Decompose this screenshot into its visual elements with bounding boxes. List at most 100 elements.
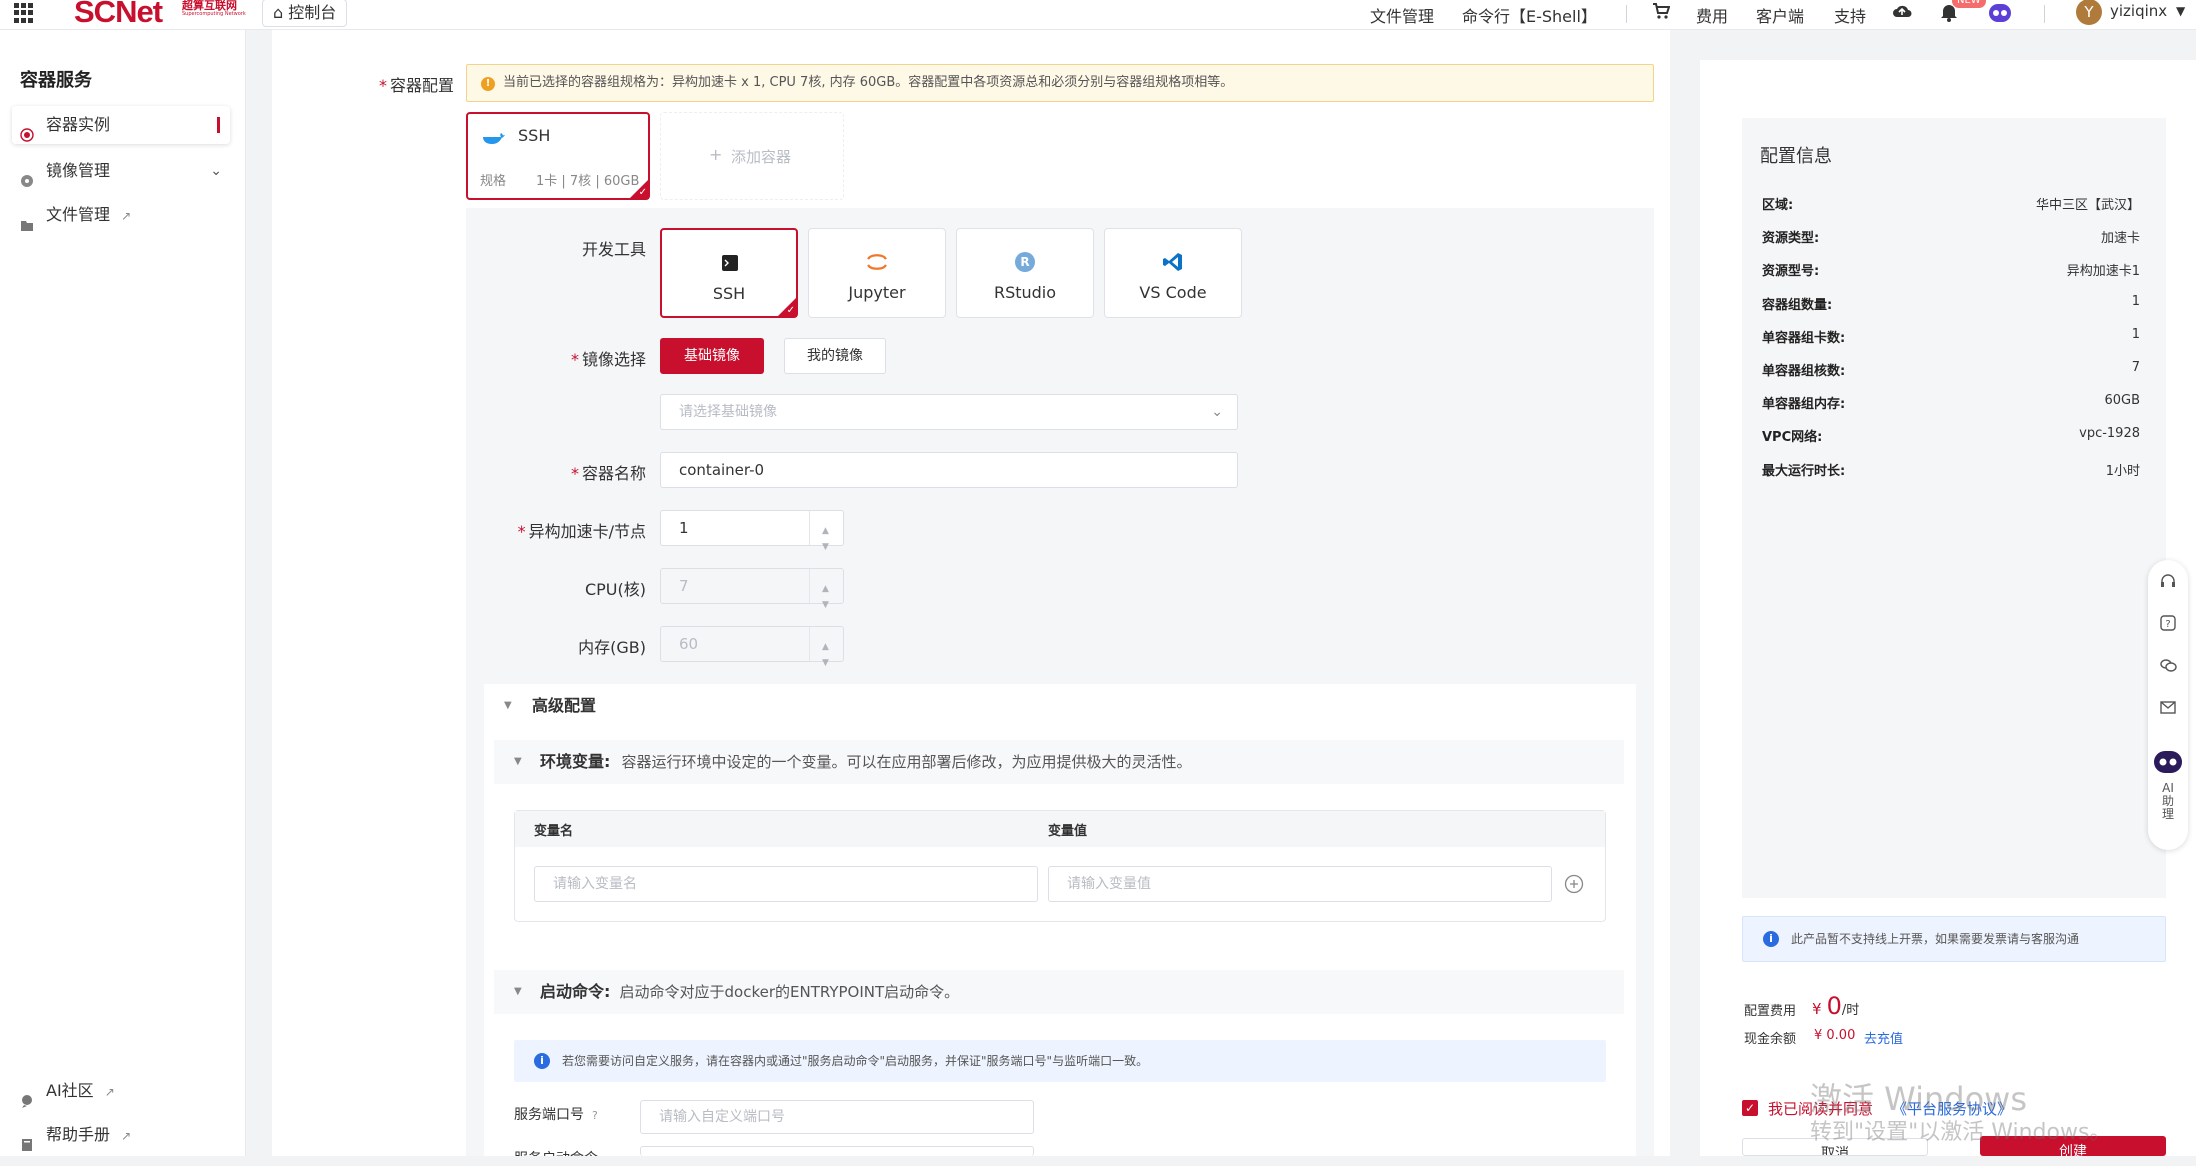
sidebar-title: 容器服务 xyxy=(20,70,92,91)
base-image-select[interactable]: 请选择基础镜像 ⌄ xyxy=(660,394,1238,430)
nav-support[interactable]: 支持 xyxy=(1834,3,1866,27)
book-icon xyxy=(20,1128,34,1151)
tool-jupyter[interactable]: Jupyter xyxy=(808,228,946,318)
check-icon: ✓ xyxy=(638,187,647,198)
chevron-down-icon[interactable]: ▼ xyxy=(2176,4,2185,18)
tool-rstudio[interactable]: R RStudio xyxy=(956,228,1094,318)
folder-icon xyxy=(20,208,34,231)
headset-icon[interactable] xyxy=(2159,572,2177,590)
config-value: 加速卡 xyxy=(2100,231,2140,247)
docker-whale-icon xyxy=(482,130,506,150)
config-key: 资源型号: xyxy=(1762,264,1820,280)
port-input[interactable]: 请输入自定义端口号 xyxy=(640,1100,1034,1134)
info-icon: i xyxy=(1763,931,1779,947)
username[interactable]: yiziqinx xyxy=(2110,2,2167,20)
advanced-config-header[interactable]: ▼ 高级配置 xyxy=(484,684,1636,728)
terminal-icon xyxy=(718,252,742,274)
sidebar-item-label: 容器实例 xyxy=(46,115,111,134)
caret-down-icon: ▼ xyxy=(514,986,522,997)
startup-cmd-input[interactable] xyxy=(640,1146,1034,1156)
fee-label: 配置费用 xyxy=(1744,1004,1797,1019)
accelerator-stepper[interactable]: 1 ▲ ▼ xyxy=(660,510,844,552)
external-link-icon: ↗ xyxy=(121,1129,132,1143)
startup-cmd-header[interactable]: ▼ 启动命令: 启动命令对应于docker的ENTRYPOINT启动命令。 xyxy=(494,970,1624,1014)
config-value: 1 xyxy=(2131,326,2140,342)
config-key: VPC网络: xyxy=(1762,430,1823,446)
check-icon: ✓ xyxy=(786,305,795,316)
logo-subtitle: 超算互联网 Supercomputing Network xyxy=(182,0,246,17)
col-var-name: 变量名 xyxy=(534,824,574,839)
ai-assistant-icon[interactable] xyxy=(2152,748,2184,776)
my-image-tab[interactable]: 我的镜像 xyxy=(784,338,886,374)
nav-divider-2 xyxy=(2044,5,2045,23)
cart-icon[interactable] xyxy=(1652,2,1671,20)
jupyter-icon xyxy=(865,251,889,273)
stepper-arrows: ▲ ▼ xyxy=(809,569,843,610)
nav-billing[interactable]: 费用 xyxy=(1696,3,1728,27)
agree-checkbox[interactable]: ✓ xyxy=(1742,1100,1758,1116)
config-value: 60GB xyxy=(2104,393,2140,409)
cloud-upload-icon[interactable] xyxy=(1892,2,1912,20)
sidebar-item-file-management[interactable]: 文件管理 ↗ xyxy=(12,196,230,234)
console-button[interactable]: ⌂ 控制台 xyxy=(262,0,348,27)
caret-down-icon: ▼ xyxy=(504,700,512,711)
startup-cmd-label: 服务启动命令 xyxy=(514,1148,598,1156)
apps-grid-icon[interactable] xyxy=(14,3,34,23)
cpu-stepper: 7 ▲ ▼ xyxy=(660,568,844,610)
config-value: 7 xyxy=(2131,360,2140,375)
mail-icon[interactable] xyxy=(2159,698,2177,716)
nav-client[interactable]: 客户端 xyxy=(1756,3,1804,27)
sidebar-item-container-instances[interactable]: 容器实例 xyxy=(12,106,230,144)
container-name-input[interactable]: container-0 xyxy=(660,452,1238,488)
memory-stepper: 60 ▲ ▼ xyxy=(660,626,844,668)
container-name-label: * 容器名称 xyxy=(570,464,646,483)
spec-label: 规格 xyxy=(480,174,507,189)
port-label: 服务端口号? xyxy=(514,1107,598,1123)
vscode-icon xyxy=(1161,251,1185,273)
question-icon[interactable]: ? xyxy=(2159,614,2177,632)
tool-vscode[interactable]: VS Code xyxy=(1104,228,1242,318)
sidebar-item-label: 帮助手册 xyxy=(46,1125,111,1144)
env-var-header[interactable]: ▼ 环境变量: 容器运行环境中设定的一个变量。可以在应用部署后修改，为应用提供极… xyxy=(494,740,1624,784)
tool-ssh[interactable]: SSH ✓ xyxy=(660,228,798,318)
nav-divider xyxy=(1626,5,1627,23)
nav-file-management[interactable]: 文件管理 xyxy=(1370,3,1434,27)
var-name-input[interactable]: 请输入变量名 xyxy=(534,866,1038,902)
config-value: 1小时 xyxy=(2105,463,2140,479)
sidebar-item-help-manual[interactable]: 帮助手册 ↗ xyxy=(12,1116,230,1154)
activation-watermark-subtitle: 转到"设置"以激活 Windows。 xyxy=(1810,1120,2112,1145)
sidebar-item-ai-community[interactable]: AI社区 ↗ xyxy=(12,1072,230,1110)
accelerator-label: * 异构加速卡/节点 xyxy=(517,522,646,541)
add-circle-icon[interactable] xyxy=(1564,874,1584,894)
top-bar: SCNet 超算互联网 Supercomputing Network ⌂ 控制台… xyxy=(0,0,2196,30)
disc-icon xyxy=(20,164,34,187)
avatar[interactable]: Y xyxy=(2076,0,2102,25)
sidebar-item-image-management[interactable]: 镜像管理 ⌄ xyxy=(12,152,230,190)
home-icon: ⌂ xyxy=(273,3,284,22)
radio-dot-icon xyxy=(20,118,34,142)
chevron-down-icon[interactable]: ⌄ xyxy=(210,152,222,190)
balance-label: 现金余额 xyxy=(1744,1032,1797,1047)
base-image-tab[interactable]: 基础镜像 xyxy=(660,338,764,374)
caret-down-icon: ▼ xyxy=(514,756,522,767)
svg-text:R: R xyxy=(1020,255,1029,269)
help-icon: ? xyxy=(592,1109,598,1122)
recharge-link[interactable]: 去充值 xyxy=(1864,1028,1903,1047)
container-config-label: * 容器配置 xyxy=(378,76,454,95)
active-indicator xyxy=(217,117,220,133)
ai-assistant-label[interactable]: AI助理 xyxy=(2162,782,2174,821)
container-card-ssh[interactable]: SSH 规格 1卡 | 7核 | 60GB ✓ xyxy=(466,112,650,200)
config-key: 最大运行时长: xyxy=(1762,463,1846,479)
balance-value: ¥ 0.00 xyxy=(1814,1028,1856,1043)
sidebar-item-label: 文件管理 xyxy=(46,205,111,224)
ai-robot-icon[interactable] xyxy=(1986,1,2014,25)
var-value-input[interactable]: 请输入变量值 xyxy=(1048,866,1552,902)
nav-eshell[interactable]: 命令行【E-Shell】 xyxy=(1462,3,1597,27)
sidebar: 容器服务 容器实例 镜像管理 ⌄ 文件管理 ↗ AI社区 ↗ 帮助手册 ↗ xyxy=(0,30,246,1156)
invoice-info: i 此产品暂不支持线上开票，如果需要发票请与客服沟通 xyxy=(1742,916,2166,962)
add-container-button[interactable]: + 添加容器 xyxy=(660,112,844,200)
stepper-arrows[interactable]: ▲ ▼ xyxy=(809,511,843,552)
logo[interactable]: SCNet xyxy=(74,0,163,30)
config-key: 单容器组内存: xyxy=(1762,397,1846,413)
chat-icon[interactable] xyxy=(2159,656,2177,674)
